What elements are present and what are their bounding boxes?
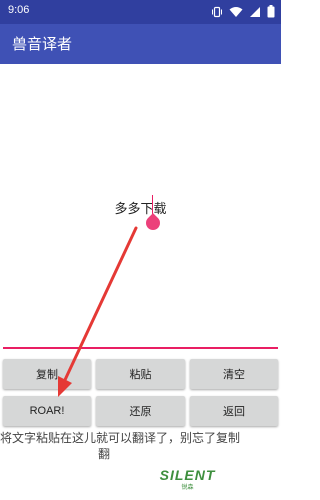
copy-button[interactable]: 复制	[3, 359, 91, 389]
watermark-logo: SILENT 锐森	[150, 467, 225, 495]
clear-button[interactable]: 清空	[190, 359, 278, 389]
translation-input[interactable]: 多多下载	[0, 64, 281, 351]
wifi-icon	[229, 6, 243, 17]
main-content: 多多下载 复制 粘贴 清空 ROAR! 还原 返回 将文字粘贴在这儿就可以翻译了…	[0, 64, 281, 500]
hint-line-2: 翻	[98, 447, 111, 461]
battery-icon	[267, 5, 275, 18]
watermark-word: SILENT	[159, 467, 216, 483]
hint-line-1: 将文字粘贴在这儿就可以翻译了，别忘了复制	[0, 431, 241, 445]
back-button[interactable]: 返回	[190, 396, 278, 426]
status-time: 9:06	[8, 4, 30, 16]
watermark-sub: 锐森	[181, 484, 194, 491]
app-bar: 兽音译者	[0, 24, 281, 64]
status-bar: 9:06	[0, 0, 281, 24]
app-title: 兽音译者	[12, 35, 73, 53]
paste-button[interactable]: 粘贴	[96, 359, 185, 389]
status-icons	[211, 5, 275, 18]
input-text: 多多下载	[114, 202, 167, 217]
roar-button[interactable]: ROAR!	[3, 396, 91, 426]
hint-text: 将文字粘贴在这儿就可以翻译了，别忘了复制 翻	[0, 430, 281, 462]
input-underline	[3, 347, 278, 349]
restore-button[interactable]: 还原	[96, 396, 185, 426]
vibrate-icon	[212, 6, 222, 17]
cell-signal-icon	[250, 6, 260, 17]
